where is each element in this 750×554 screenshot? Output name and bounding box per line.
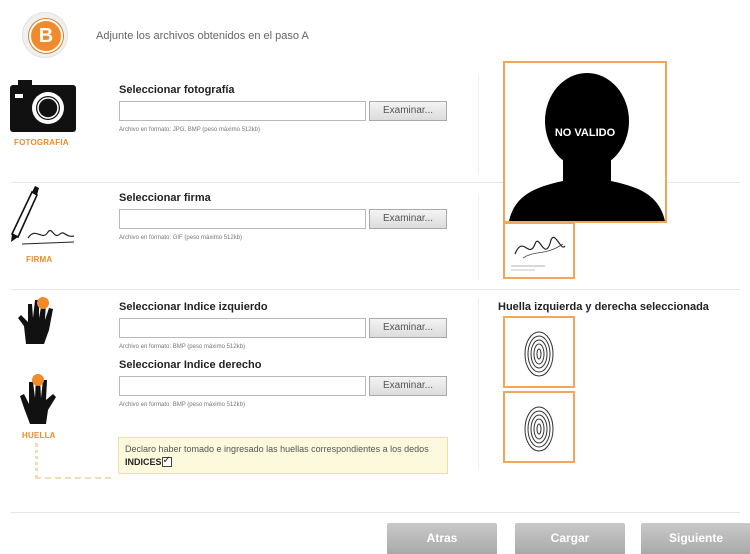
hand-left-index-icon <box>16 296 62 346</box>
section-label-huella: HUELLA <box>22 431 56 440</box>
photo-invalid-label: NO VALIDO <box>554 127 616 139</box>
huella-preview-title: Huella izquierda y derecha seleccionada <box>498 301 709 313</box>
person-silhouette-icon <box>509 73 665 221</box>
declaration-text: Declaro haber tomado e ingresado las hue… <box>125 444 429 454</box>
firma-title: Seleccionar firma <box>119 192 211 204</box>
fingerprint-right-preview <box>503 391 575 463</box>
step-letter: B <box>29 19 63 53</box>
declaration-bold: INDICES <box>125 457 162 467</box>
fingerprint-icon <box>524 331 554 377</box>
upload-button[interactable]: Cargar <box>515 523 625 554</box>
connector-line <box>35 477 111 479</box>
section-label-firma: FIRMA <box>26 255 53 264</box>
huella-left-browse-button[interactable]: Examinar... <box>369 318 447 338</box>
photo-preview: NO VALIDO <box>503 61 667 223</box>
huella-right-title: Seleccionar Indice derecho <box>119 359 262 371</box>
step-badge: B <box>22 12 68 58</box>
declaration-checkbox[interactable] <box>161 454 172 467</box>
foto-title: Seleccionar fotografía <box>119 84 235 96</box>
fingerprint-left-preview <box>503 316 575 388</box>
step-instruction: Adjunte los archivos obtenidos en el pas… <box>96 30 309 42</box>
foto-browse-button[interactable]: Examinar... <box>369 101 447 121</box>
declaration-box: Declaro haber tomado e ingresado las hue… <box>118 437 448 474</box>
divider <box>478 298 479 468</box>
signature-preview <box>503 222 575 279</box>
signature-image <box>511 236 566 271</box>
section-label-fotografia: FOTOGRAFIA <box>14 138 69 147</box>
firma-hint: Archivo en formato: GIF (peso máximo 512… <box>119 235 243 241</box>
firma-browse-button[interactable]: Examinar... <box>369 209 447 229</box>
huella-left-file-input[interactable] <box>119 318 366 338</box>
foto-hint: Archivo en formato: JPG, BMP (peso máxim… <box>119 127 260 133</box>
pen-signature-icon <box>8 186 78 248</box>
divider <box>478 195 479 280</box>
fingerprint-icon <box>524 406 554 452</box>
camera-icon <box>10 80 76 132</box>
firma-file-input[interactable] <box>119 209 366 229</box>
huella-left-title: Seleccionar Indice izquierdo <box>119 301 268 313</box>
foto-file-input[interactable] <box>119 101 366 121</box>
hand-right-index-icon <box>16 372 62 426</box>
divider <box>478 75 479 175</box>
connector-line <box>35 443 38 479</box>
huella-right-hint: Archivo en formato: BMP (peso máximo 512… <box>119 402 245 408</box>
divider <box>10 289 740 290</box>
huella-right-browse-button[interactable]: Examinar... <box>369 376 447 396</box>
huella-left-hint: Archivo en formato: BMP (peso máximo 512… <box>119 344 245 350</box>
next-button[interactable]: Siguiente <box>641 523 750 554</box>
divider <box>10 512 740 513</box>
back-button[interactable]: Atras <box>387 523 497 554</box>
huella-right-file-input[interactable] <box>119 376 366 396</box>
